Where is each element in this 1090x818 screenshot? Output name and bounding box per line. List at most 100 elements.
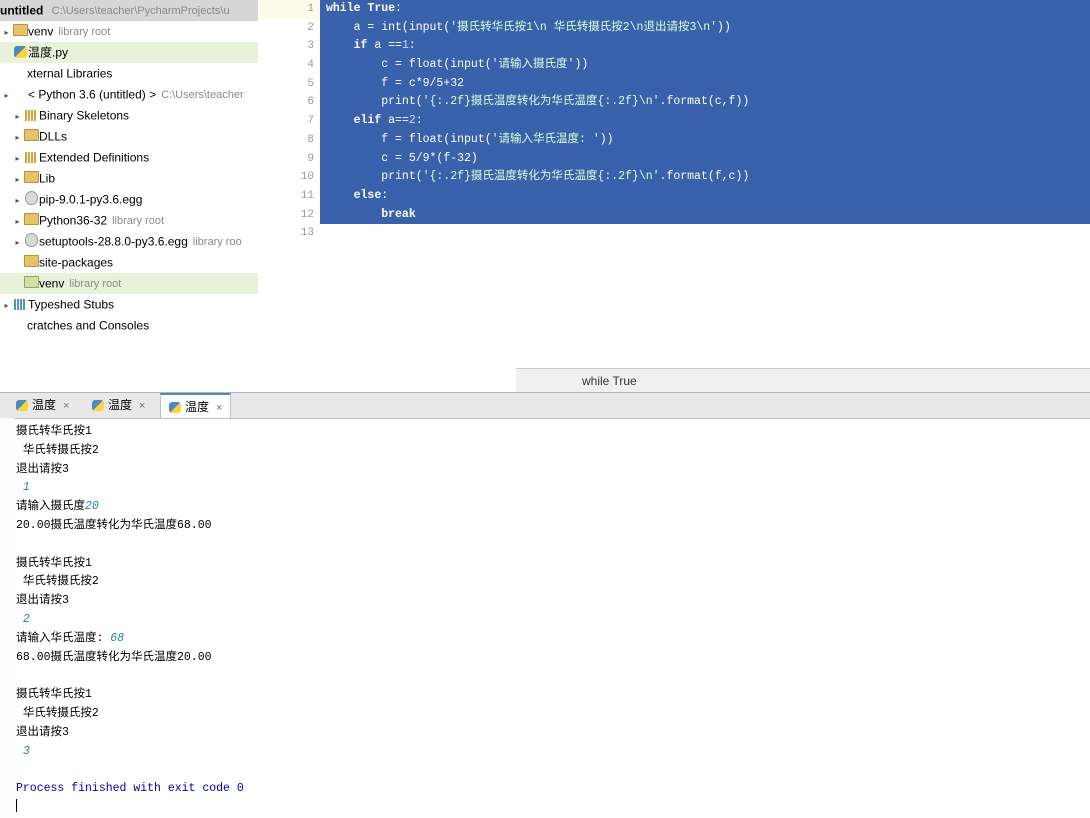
tree-item-label: cratches and Consoles (27, 318, 150, 333)
folder-icon (23, 126, 39, 147)
code-line-12[interactable]: break (320, 205, 1090, 225)
run-tab-0[interactable]: 温度 × (8, 393, 77, 417)
code-editor[interactable]: 1−23−4567−891011−1213 while True: a = in… (258, 0, 1090, 393)
project-tree[interactable]: ▸ venv library root 温度.py xternal Libraries ▸… (0, 21, 258, 336)
tree-item-4[interactable]: ▸ Binary Skeletons (0, 105, 258, 126)
console-left-strip[interactable] (0, 418, 14, 817)
console-line-4: 请输入摄氏度20 (16, 500, 99, 514)
run-tab-2[interactable]: 温度 × (160, 393, 232, 418)
tree-item-label: venv (39, 276, 65, 291)
gutter-line-8[interactable]: 8 (258, 131, 320, 150)
project-root-path: C:\Users\teacher\PycharmProjects\u (51, 5, 230, 17)
console-line-6 (16, 536, 1076, 555)
tree-item-label: 温度.py (28, 45, 69, 60)
code-line-8[interactable]: f = float(input('请输入华氏温度: ')) (320, 130, 1090, 150)
gutter-line-6[interactable]: 6 (258, 93, 320, 112)
code-line-4[interactable]: c = float(input('请输入摄氏度')) (320, 56, 1090, 75)
tree-item-0[interactable]: ▸ venv library root (0, 21, 258, 42)
tree-item-label: setuptools-28.8.0-py3.6.egg (39, 234, 188, 249)
editor-breadcrumb-bar: while True (516, 368, 1090, 393)
gutter-line-2[interactable]: 2 (258, 19, 320, 38)
gutter-line-3[interactable]: 3− (258, 37, 332, 56)
tree-item-13[interactable]: ▸ Typeshed Stubs (0, 294, 258, 315)
gutter-line-12[interactable]: 12 (258, 206, 320, 225)
console-line-14: 摄氏转华氏按1 (16, 688, 92, 702)
code-line-7[interactable]: elif a==2: (320, 112, 1090, 131)
tree-expand-arrow-icon[interactable]: ▸ (1, 295, 12, 316)
egg-icon (23, 231, 39, 252)
gutter-line-5[interactable]: 5 (258, 75, 320, 94)
tree-item-2[interactable]: xternal Libraries (0, 63, 258, 84)
tree-expand-arrow-icon[interactable]: ▸ (12, 190, 23, 211)
tree-item-6[interactable]: ▸ Extended Definitions (0, 147, 258, 168)
tree-item-8[interactable]: ▸ pip-9.0.1-py3.6.egg (0, 189, 258, 210)
project-root-row[interactable]: untitled C:\Users\teacher\PycharmProject… (0, 0, 258, 21)
tree-expand-arrow-icon[interactable]: ▸ (12, 211, 23, 232)
ide-top-area: untitled C:\Users\teacher\PycharmProject… (0, 0, 1090, 393)
tree-item-9[interactable]: ▸ Python36-32 library root (0, 210, 258, 231)
tree-item-3[interactable]: ▸ < Python 3.6 (untitled) > C:\Users\teach… (0, 84, 258, 105)
tree-expand-arrow-icon[interactable]: ▸ (1, 85, 12, 106)
close-icon[interactable]: × (63, 400, 69, 412)
run-tab-1[interactable]: 温度 × (84, 393, 153, 417)
close-icon[interactable]: × (139, 400, 145, 412)
console-line-18 (16, 761, 1076, 780)
tree-item-label: Lib (39, 171, 56, 186)
gutter-line-9[interactable]: 9 (258, 150, 320, 169)
python-file-icon (92, 400, 104, 411)
tree-expand-arrow-icon[interactable]: ▸ (12, 127, 23, 148)
code-line-6[interactable]: print('{:.2f}摄氏温度转化为华氏温度{:.2f}\n'.format… (320, 93, 1090, 113)
tree-expand-arrow-icon[interactable]: ▸ (12, 232, 23, 253)
egg-icon (23, 189, 39, 210)
tree-expand-arrow-icon[interactable]: ▸ (12, 106, 23, 127)
gutter-line-10[interactable]: 10 (258, 168, 320, 187)
run-tab-bar[interactable]: 温度 × 温度 × 温度 × (0, 393, 1090, 419)
console-line-2: 退出请按3 (16, 462, 69, 476)
tree-item-1[interactable]: 温度.py (0, 42, 258, 63)
tree-item-7[interactable]: ▸ Lib (0, 168, 258, 189)
code-line-9[interactable]: c = 5/9*(f-32) (320, 149, 1090, 169)
project-tool-window[interactable]: untitled C:\Users\teacher\PycharmProject… (0, 0, 259, 392)
tree-expand-arrow-icon[interactable]: ▸ (1, 22, 12, 43)
gutter-line-13[interactable]: 13 (258, 224, 320, 243)
console-line-3: 1 (16, 481, 30, 495)
gutter-line-1[interactable]: 1− (258, 0, 346, 19)
gutter-line-11[interactable]: 11− (258, 187, 332, 206)
close-icon[interactable]: × (216, 402, 222, 414)
tree-item-12[interactable]: venv library root (0, 273, 258, 294)
editor-code-area[interactable]: while True: a = int(input('摄氏转华氏按1\n 华氏转… (320, 0, 1090, 240)
code-line-11[interactable]: else: (320, 186, 1090, 206)
tree-item-label: Typeshed Stubs (28, 297, 115, 312)
python-file-icon (16, 400, 28, 411)
console-line-5: 20.00摄氏温度转化为华氏温度68.00 (16, 518, 212, 532)
console-output: 摄氏转华氏按1 华氏转摄氏按2 退出请按3 1 请输入摄氏度20 20.00摄氏温度转… (16, 423, 1076, 813)
tree-expand-arrow-icon[interactable]: ▸ (12, 148, 23, 169)
code-line-10[interactable]: print('{:.2f}摄氏温度转化为华氏温度{:.2f}\n'.format… (320, 168, 1090, 187)
run-tool-window[interactable]: 温度 × 温度 × 温度 × 摄氏转华氏按1 华氏转摄氏按2 退出请按3 1 请输入摄氏度20… (0, 392, 1090, 817)
folder-icon (12, 21, 28, 42)
code-line-1[interactable]: while True: (320, 0, 1090, 19)
gutter-line-7[interactable]: 7− (258, 112, 332, 131)
console-line-8: 华氏转摄氏按2 (16, 575, 99, 589)
bars-icon (23, 147, 39, 168)
tree-item-11[interactable]: site-packages (0, 252, 258, 273)
folder-icon (23, 210, 39, 231)
editor-gutter[interactable]: 1−23−4567−891011−1213 (258, 0, 346, 368)
gutter-line-4[interactable]: 4 (258, 56, 320, 75)
tree-item-14[interactable]: cratches and Consoles (0, 315, 258, 336)
console-line-9: 退出请按3 (16, 594, 69, 608)
code-line-2[interactable]: a = int(input('摄氏转华氏按1\n 华氏转摄氏按2\n退出请按3\… (320, 18, 1090, 38)
tree-item-sublabel: library root (112, 215, 165, 227)
bars-blue-icon (12, 294, 28, 315)
tree-item-10[interactable]: ▸ setuptools-28.8.0-py3.6.egg library roo (0, 231, 258, 252)
console-line-12: 68.00摄氏温度转化为华氏温度20.00 (16, 650, 212, 664)
code-line-3[interactable]: if a ==1: (320, 37, 1090, 57)
tree-item-5[interactable]: ▸ DLLs (0, 126, 258, 147)
tree-item-label: site-packages (39, 255, 114, 270)
code-line-13[interactable] (320, 224, 1090, 243)
console-caret (16, 798, 1076, 818)
code-line-5[interactable]: f = c*9/5+32 (320, 74, 1090, 94)
run-tab-label: 温度 (32, 398, 57, 412)
tree-item-label: xternal Libraries (27, 66, 113, 81)
tree-expand-arrow-icon[interactable]: ▸ (12, 169, 23, 190)
